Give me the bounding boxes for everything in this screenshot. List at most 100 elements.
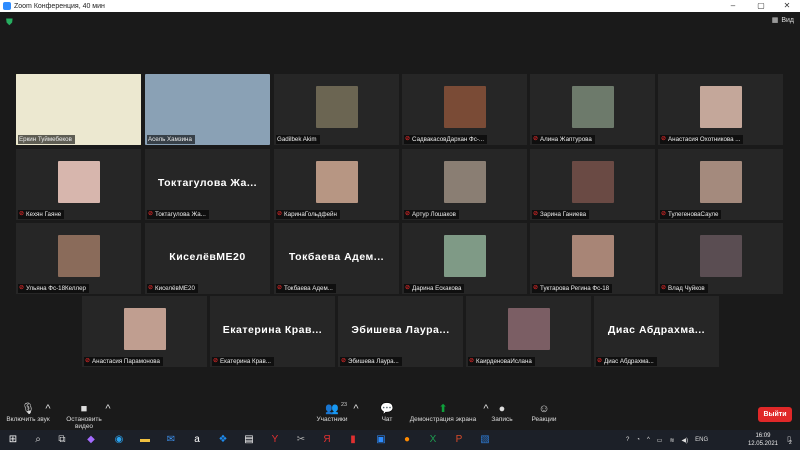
participant-tile[interactable]: ⊘ Алина Жаптурова <box>530 74 655 145</box>
participant-name-label: ⊘ Токбаева Адем... <box>276 284 336 293</box>
participants-button[interactable]: 👥 23 Участники <box>315 402 349 423</box>
volume-icon[interactable]: ◀) <box>682 437 689 444</box>
minimize-icon[interactable]: – <box>720 0 746 12</box>
reactions-button[interactable]: ☺ Реакции <box>529 402 559 423</box>
photos-icon[interactable]: ▧ <box>478 433 492 447</box>
windows-start-icon[interactable]: ⊞ <box>6 433 20 447</box>
yandex-icon[interactable]: Я <box>320 433 334 447</box>
muted-mic-icon: ⊘ <box>277 285 283 291</box>
participant-tile[interactable]: ⊘ Влад Чуйков <box>658 223 783 294</box>
stop-video-label: Остановить видео <box>66 416 102 430</box>
network-icon[interactable]: ◔ <box>636 437 640 443</box>
excel-icon[interactable]: X <box>426 433 440 447</box>
muted-mic-icon: ⊘ <box>533 285 539 291</box>
audio-options-chevron-icon[interactable]: ^ <box>44 402 52 416</box>
mail-icon[interactable]: ✉ <box>164 433 178 447</box>
participant-tile[interactable]: ⊘ КаринаГольдфейн <box>274 149 399 220</box>
participant-tile[interactable]: Токбаева Адем... ⊘ Токбаева Адем... <box>274 223 399 294</box>
store-icon[interactable]: ▤ <box>242 433 256 447</box>
participant-video <box>57 160 100 203</box>
participant-tile[interactable]: Диас Абдрахма... ⊘ Диас Абдрахма... <box>594 296 719 367</box>
participant-name-label: ⊘ Влад Чуйков <box>660 284 708 293</box>
participant-name: Токбаева Адем... <box>284 285 333 292</box>
participant-name: Токтагулова Жа... <box>155 211 206 218</box>
dropbox-icon[interactable]: ❖ <box>216 433 230 447</box>
close-icon[interactable]: ✕ <box>774 0 800 12</box>
participant-name: Екатерина Крав... <box>220 358 271 365</box>
participant-video <box>315 85 358 128</box>
participant-tile[interactable]: ⊘ КаирденоваИслана <box>466 296 591 367</box>
help-icon[interactable]: ? <box>626 437 629 443</box>
participant-name: КаирденоваИслана <box>476 358 532 365</box>
participant-video <box>571 160 614 203</box>
participant-tile[interactable]: Асель Хамзина <box>145 74 270 145</box>
participant-display-name: Екатерина Крав... <box>222 324 323 336</box>
participant-name-label: ⊘ Анастасия Парамонова <box>84 357 163 366</box>
stop-video-button[interactable]: ■ Остановить видео <box>58 402 110 430</box>
participant-tile[interactable]: ⊘ Дарина Ескакова <box>402 223 527 294</box>
participant-tile[interactable]: Токтагулова Жа... ⊘ Токтагулова Жа... <box>145 149 270 220</box>
app-red-icon[interactable]: ▮ <box>346 433 360 447</box>
participant-tile[interactable]: ⊘ Артур Лошаков <box>402 149 527 220</box>
participant-tile[interactable]: ⊘ Туктарова Регина Фс-18 <box>530 223 655 294</box>
participant-name-label: ⊘ Эбишева Лаура... <box>340 357 402 366</box>
participant-tile[interactable]: Gadilbek Akim <box>274 74 399 145</box>
zoom-app-icon <box>3 2 11 10</box>
chat-bubble-icon: 💬 <box>380 403 394 415</box>
tool-icon[interactable]: ✂ <box>294 433 308 447</box>
chat-button[interactable]: 💬 Чат <box>377 402 397 423</box>
participant-name-label: ⊘ Дарина Ескакова <box>404 284 465 293</box>
view-button[interactable]: ▦ Вид <box>772 16 794 25</box>
muted-mic-icon: ⊘ <box>277 211 283 217</box>
yandex-browser-icon[interactable]: Y <box>268 433 282 447</box>
zoom-taskbar-icon[interactable]: ▣ <box>374 433 388 447</box>
task-view-icon[interactable]: ⧉ <box>55 433 69 447</box>
muted-mic-icon: ⊘ <box>597 358 603 364</box>
participant-tile[interactable]: Еркин Туймебеков <box>16 74 141 145</box>
maximize-icon[interactable]: ▢ <box>748 0 774 12</box>
clock-date: 12.05.2021 <box>747 441 778 447</box>
participant-name-label: ⊘ ТулегеноваСауле <box>660 210 722 219</box>
record-button[interactable]: ● Запись <box>489 402 515 423</box>
powerpoint-icon[interactable]: P <box>452 433 466 447</box>
leave-button[interactable]: Выйти <box>758 407 792 422</box>
participant-name: КиселёвМЕ20 <box>155 285 195 292</box>
participant-tile[interactable]: ⊘ Ульяна Фс-18Келлер <box>16 223 141 294</box>
teams-icon[interactable]: ◆ <box>84 433 98 447</box>
participant-name: Еркин Туймебеков <box>19 136 72 143</box>
participant-tile[interactable]: ⊘ ТулегеноваСауле <box>658 149 783 220</box>
chat-label: Чат <box>381 416 393 423</box>
participant-name-label: ⊘ Зарина Ганиева <box>532 210 590 219</box>
security-shield-icon[interactable]: ⛊ <box>6 17 15 27</box>
participant-name-label: ⊘ Ульяна Фс-18Келлер <box>18 284 89 293</box>
battery-icon[interactable]: ▭ <box>657 437 663 444</box>
video-options-chevron-icon[interactable]: ^ <box>104 402 112 416</box>
participant-tile[interactable]: ⊘ Кехян Гаяне <box>16 149 141 220</box>
firefox-icon[interactable]: ● <box>400 433 414 447</box>
window-titlebar: Zoom Конференция, 40 мин – ▢ ✕ <box>0 0 800 12</box>
participant-display-name: Диас Абдрахма... <box>607 324 706 336</box>
participant-tile[interactable]: ⊘ СадвакасовДархан Фс-... <box>402 74 527 145</box>
taskbar-clock[interactable]: 16:09 12.05.2021 <box>748 432 778 448</box>
participant-tile[interactable]: ⊘ Зарина Ганиева <box>530 149 655 220</box>
participant-tile[interactable]: Эбишева Лаура... ⊘ Эбишева Лаура... <box>338 296 463 367</box>
participant-name: КаринаГольдфейн <box>284 211 337 218</box>
share-screen-button[interactable]: ⬆ Демонстрация экрана <box>408 402 478 423</box>
tray-chevron-icon[interactable]: ^ <box>647 437 650 443</box>
participant-tile[interactable]: Екатерина Крав... ⊘ Екатерина Крав... <box>210 296 335 367</box>
clock-time: 16:09 <box>755 433 771 439</box>
amazon-icon[interactable]: a <box>190 433 204 447</box>
file-explorer-icon[interactable]: ▬ <box>138 433 152 447</box>
participants-chevron-icon[interactable]: ^ <box>352 402 360 416</box>
search-icon[interactable]: ⌕ <box>31 433 45 447</box>
participant-tile[interactable]: КиселёвМЕ20 ⊘ КиселёвМЕ20 <box>145 223 270 294</box>
wifi-icon[interactable]: ≋ <box>669 437 674 444</box>
reactions-label: Реакции <box>531 416 557 423</box>
participant-name-label: ⊘ Диас Абдрахма... <box>596 357 657 366</box>
participant-tile[interactable]: ⊘ Анастасия Охотникова ... <box>658 74 783 145</box>
language-indicator[interactable]: ENG <box>695 437 708 443</box>
participant-name: Дарина Ескакова <box>412 285 462 292</box>
participant-name-label: Gadilbek Akim <box>276 135 320 144</box>
participant-tile[interactable]: ⊘ Анастасия Парамонова <box>82 296 207 367</box>
edge-icon[interactable]: ◉ <box>112 433 126 447</box>
